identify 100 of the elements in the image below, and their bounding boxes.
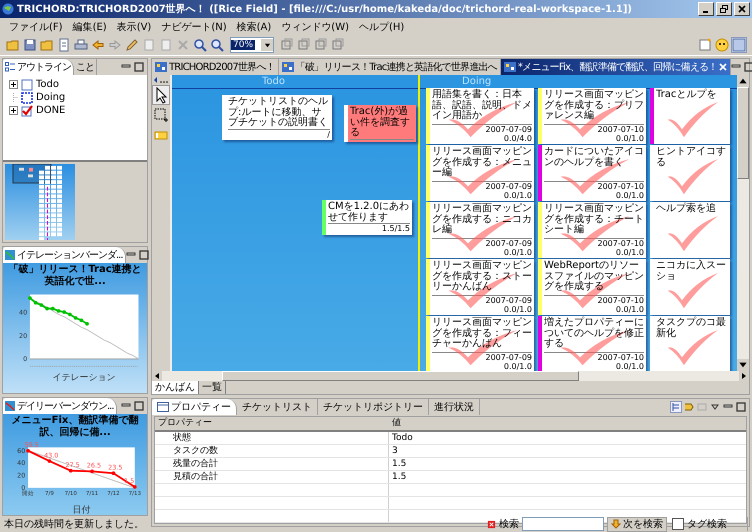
close-icon[interactable]	[719, 63, 728, 71]
smiley-icon[interactable]	[715, 38, 729, 52]
task-card[interactable]: リリース画面マッピングを作成する：チートシート編 2007-07-10 0.0/1.0	[538, 202, 646, 258]
maximize-icon[interactable]	[134, 400, 144, 411]
editor-tab[interactable]: *メニューFix、翻訳準備で翻訳、回帰に備える！	[500, 59, 732, 75]
maximize-icon[interactable]	[744, 62, 752, 72]
maximize-icon[interactable]	[138, 250, 149, 260]
view-tab[interactable]: アウトライン	[3, 59, 74, 75]
find-next-button[interactable]: 次を検索	[607, 516, 667, 532]
close-button[interactable]	[734, 2, 750, 16]
pencil-icon[interactable]	[125, 38, 139, 52]
card-hours: 0.0/1.0	[614, 248, 644, 257]
column-header[interactable]: プロパティー	[155, 417, 389, 430]
restore-button[interactable]	[716, 2, 732, 16]
task-card[interactable]: リリース画面マッピングを作成する：ニコカレ編 2007-07-09 0.0/1.0	[426, 202, 534, 258]
data-point	[85, 322, 89, 326]
task-card[interactable]: リリース画面マッピングを作成する：ストーリーかんばん 2007-07-09 0.0/1.0	[426, 259, 534, 315]
maximize-icon[interactable]	[134, 62, 144, 72]
view-tab[interactable]: チケットリポジトリー	[318, 399, 429, 415]
menu-item[interactable]: 編集(E)	[68, 20, 112, 34]
zoom-in-icon[interactable]	[193, 38, 207, 52]
table-cell: 3	[392, 446, 398, 456]
data-point	[74, 316, 78, 320]
save-icon[interactable]	[23, 38, 37, 52]
task-card[interactable]: リリース画面マッピングを作成する：プリファレンス編 2007-07-10 0.0/1.0	[538, 88, 646, 144]
menu-item[interactable]: ナビゲート(N)	[156, 20, 232, 34]
card-hours: 0.0/1.0	[614, 306, 644, 314]
back-arrow-icon[interactable]	[91, 38, 105, 52]
view-tab[interactable]: 進行状況	[429, 399, 480, 415]
document-icon[interactable]	[57, 38, 71, 52]
menu-item[interactable]: 検索(A)	[232, 20, 276, 34]
checked-box-icon	[21, 104, 33, 116]
menu-item[interactable]: ヘルプ(H)	[354, 20, 410, 34]
tag-search-checkbox[interactable]: タグ検索	[670, 517, 748, 531]
scroll-thumb[interactable]	[222, 371, 579, 381]
task-card[interactable]: ヘルプ索を追	[650, 202, 730, 258]
zoom-dropdown[interactable]: 70%	[230, 37, 274, 53]
pointer-tool-icon[interactable]	[153, 86, 169, 104]
view-tab[interactable]: チケットリスト	[237, 399, 318, 415]
layers-icon[interactable]	[280, 38, 294, 52]
page-tab[interactable]: かんばん	[152, 381, 199, 394]
task-card[interactable]: Tracとルプを	[650, 88, 730, 144]
search-field[interactable]	[522, 517, 604, 531]
task-card[interactable]: WebReportのリソースファイルのマッピングを作成する 2007-07-10 0.0/1.0	[538, 259, 646, 315]
card-hours: 0.0/1.0	[614, 134, 644, 143]
page-tab[interactable]: 一覧	[199, 381, 226, 394]
maximize-icon[interactable]	[736, 402, 746, 412]
task-card[interactable]: リリース画面マッピングを作成する：メニュー編 2007-07-09 0.0/1.0	[426, 145, 534, 201]
task-card[interactable]: リリース画面マッピングを作成する：フィーチャーかんばん 2007-07-09 0.0/1.0	[426, 316, 534, 371]
board-icon	[155, 62, 167, 72]
card-title: WebReportのリソースファイルのマッピングを作成する	[544, 261, 644, 292]
column-header[interactable]: 値	[389, 417, 746, 430]
task-card[interactable]: 用語集を書く：日本語、訳語、説明、ドメイン用語か 2007-07-09 0.0/4.0	[426, 88, 534, 144]
view-tab[interactable]: デイリーバーンダウン...	[3, 398, 117, 414]
perspective-icon[interactable]	[732, 38, 746, 52]
horizontal-scrollbar[interactable]	[152, 371, 749, 381]
task-card[interactable]: ヒントアイコする	[650, 145, 730, 201]
board-overview-drawing[interactable]	[5, 164, 75, 240]
view-tab[interactable]: イテレーションバーンダ...	[3, 247, 126, 263]
card-title: リリース画面マッピングを作成する：プリファレンス編	[544, 90, 644, 122]
data-point	[90, 469, 94, 473]
card-title: Tracとルプを	[656, 90, 718, 100]
task-card[interactable]: CMを1.2.0にあわせて作ります 1.5/1.5	[322, 200, 412, 234]
scroll-up-icon[interactable]	[737, 75, 749, 87]
table-cell: Todo	[392, 433, 413, 443]
collapse-icon[interactable]	[153, 76, 169, 84]
tree-item[interactable]: DONE	[36, 105, 66, 116]
zoom-out-icon[interactable]	[210, 38, 224, 52]
editor-tab[interactable]: 「破」リリース！Trac連携と英語化で世界進出へ	[278, 59, 501, 75]
print-icon[interactable]	[74, 38, 88, 52]
tree-item[interactable]: Doing	[36, 92, 66, 103]
editor-tab[interactable]: TRICHORD2007世界へ！	[152, 59, 279, 75]
menu-item[interactable]: ウィンドウ(W)	[276, 20, 354, 34]
menu-item[interactable]: 表示(V)	[112, 20, 156, 34]
task-card[interactable]: ニコカに入スーショ	[650, 259, 730, 315]
task-card[interactable]: タスクプのコ最新化	[650, 316, 730, 371]
data-point	[62, 310, 66, 314]
marquee-tool-icon[interactable]	[153, 106, 169, 124]
category-icon[interactable]	[671, 402, 681, 412]
view-menu-icon[interactable]	[710, 402, 720, 412]
view-tab[interactable]: プロパティー	[152, 399, 237, 415]
table-cell: 残量の合計	[173, 459, 218, 469]
card-hours: 0.0/1.0	[614, 362, 644, 371]
filter-icon[interactable]	[684, 402, 694, 412]
menu-item[interactable]: ファイル(F)	[4, 20, 68, 34]
x-axis-label: イテレーション	[52, 372, 116, 384]
card-hours: 0.0/4.0	[502, 134, 532, 143]
task-card[interactable]: Trac(外)が過い件を調査する	[344, 105, 416, 142]
task-card[interactable]: 増えたプロパティーについてのヘルプを修正する 2007-07-10 0.0/1.0	[538, 316, 646, 371]
scroll-thumb[interactable]	[737, 87, 749, 179]
scroll-left-icon[interactable]	[152, 371, 162, 381]
scroll-down-icon[interactable]	[737, 359, 749, 371]
tree-item[interactable]: Todo	[36, 79, 59, 90]
chart-icon	[5, 400, 15, 411]
task-card[interactable]: カードについたアイコンのヘルプを書く 2007-07-10 0.0/1.0	[538, 145, 646, 201]
task-card[interactable]: チケットリストのヘルプ:ルートに移動、サブチケットの説明書く /	[222, 95, 332, 140]
minimize-button[interactable]	[698, 2, 714, 16]
data-point	[56, 309, 60, 313]
empty-box-icon	[21, 78, 33, 90]
new-perspective-icon[interactable]	[698, 38, 712, 52]
